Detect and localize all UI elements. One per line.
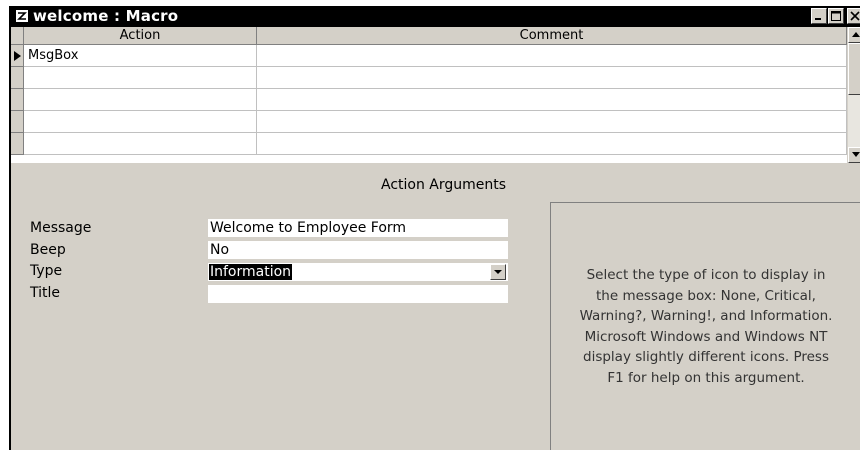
grid-row <box>11 111 847 133</box>
scroll-down-button[interactable] <box>848 147 860 163</box>
minimize-icon <box>815 18 821 20</box>
column-header-comment[interactable]: Comment <box>257 27 847 45</box>
scroll-thumb[interactable] <box>848 43 860 95</box>
minimize-button[interactable] <box>811 8 827 24</box>
dropdown-button[interactable] <box>490 264 506 280</box>
beep-field[interactable]: No <box>208 241 508 259</box>
message-label: Message <box>30 220 92 236</box>
help-line: the message box: None, Critical, <box>596 287 816 304</box>
action-cell[interactable] <box>24 67 257 89</box>
chevron-down-icon <box>494 270 502 274</box>
close-button[interactable] <box>847 8 860 24</box>
row-selector[interactable] <box>11 89 24 111</box>
current-row-arrow-icon <box>14 51 21 61</box>
type-dropdown[interactable]: Information <box>208 263 508 281</box>
row-selector[interactable] <box>11 111 24 133</box>
row-selector[interactable] <box>11 45 24 67</box>
vertical-scrollbar[interactable] <box>847 27 860 163</box>
grid-row <box>11 67 847 89</box>
action-cell[interactable] <box>24 111 257 133</box>
beep-value: No <box>210 242 230 258</box>
maximize-button[interactable] <box>828 8 844 24</box>
comment-cell[interactable] <box>257 67 847 89</box>
help-line: display slightly different icons. Press <box>583 349 829 365</box>
help-line: Select the type of icon to display in <box>586 267 826 283</box>
comment-cell[interactable] <box>257 45 847 67</box>
row-selector[interactable] <box>11 67 24 89</box>
grid-row <box>11 89 847 111</box>
column-header-action[interactable]: Action <box>24 27 257 45</box>
type-selected-value: Information <box>209 264 293 280</box>
macro-window: welcome : Macro Action Comment MsgBox Ac… <box>9 6 860 450</box>
title-bar[interactable]: welcome : Macro <box>11 6 860 27</box>
help-panel: Select the type of icon to display in th… <box>550 202 860 450</box>
help-line: Warning?, Warning!, and Information. <box>579 308 833 324</box>
action-arguments-title: Action Arguments <box>381 177 507 193</box>
arrow-down-icon <box>852 152 860 157</box>
help-line: Microsoft Windows and Windows NT <box>584 328 828 345</box>
grid-row: MsgBox <box>11 45 847 67</box>
window-title: welcome : Macro <box>33 7 179 25</box>
grid-row <box>11 133 847 155</box>
action-arguments-panel: Message Welcome to Employee Form Beep No… <box>11 197 860 450</box>
action-arguments-header: Action Arguments <box>11 163 860 197</box>
action-cell[interactable]: MsgBox <box>24 45 257 67</box>
comment-cell[interactable] <box>257 89 847 111</box>
macro-grid: Action Comment MsgBox <box>11 27 847 163</box>
arrow-up-icon <box>852 32 860 37</box>
row-selector[interactable] <box>11 133 24 155</box>
macro-icon <box>16 10 28 22</box>
header-corner[interactable] <box>11 27 24 45</box>
close-icon <box>850 11 860 21</box>
message-value: Welcome to Employee Form <box>210 220 407 236</box>
beep-label: Beep <box>30 242 66 258</box>
comment-cell[interactable] <box>257 111 847 133</box>
type-label: Type <box>30 263 63 279</box>
action-cell[interactable] <box>24 89 257 111</box>
scroll-up-button[interactable] <box>848 27 860 43</box>
message-field[interactable]: Welcome to Employee Form <box>208 219 508 237</box>
title-field[interactable] <box>208 285 508 303</box>
help-text: Select the type of icon to display in th… <box>553 265 859 388</box>
action-cell[interactable] <box>24 133 257 155</box>
title-label: Title <box>30 285 61 301</box>
comment-cell[interactable] <box>257 133 847 155</box>
maximize-icon <box>831 11 841 21</box>
title-value <box>208 286 210 302</box>
help-line: F1 for help on this argument. <box>607 369 805 386</box>
